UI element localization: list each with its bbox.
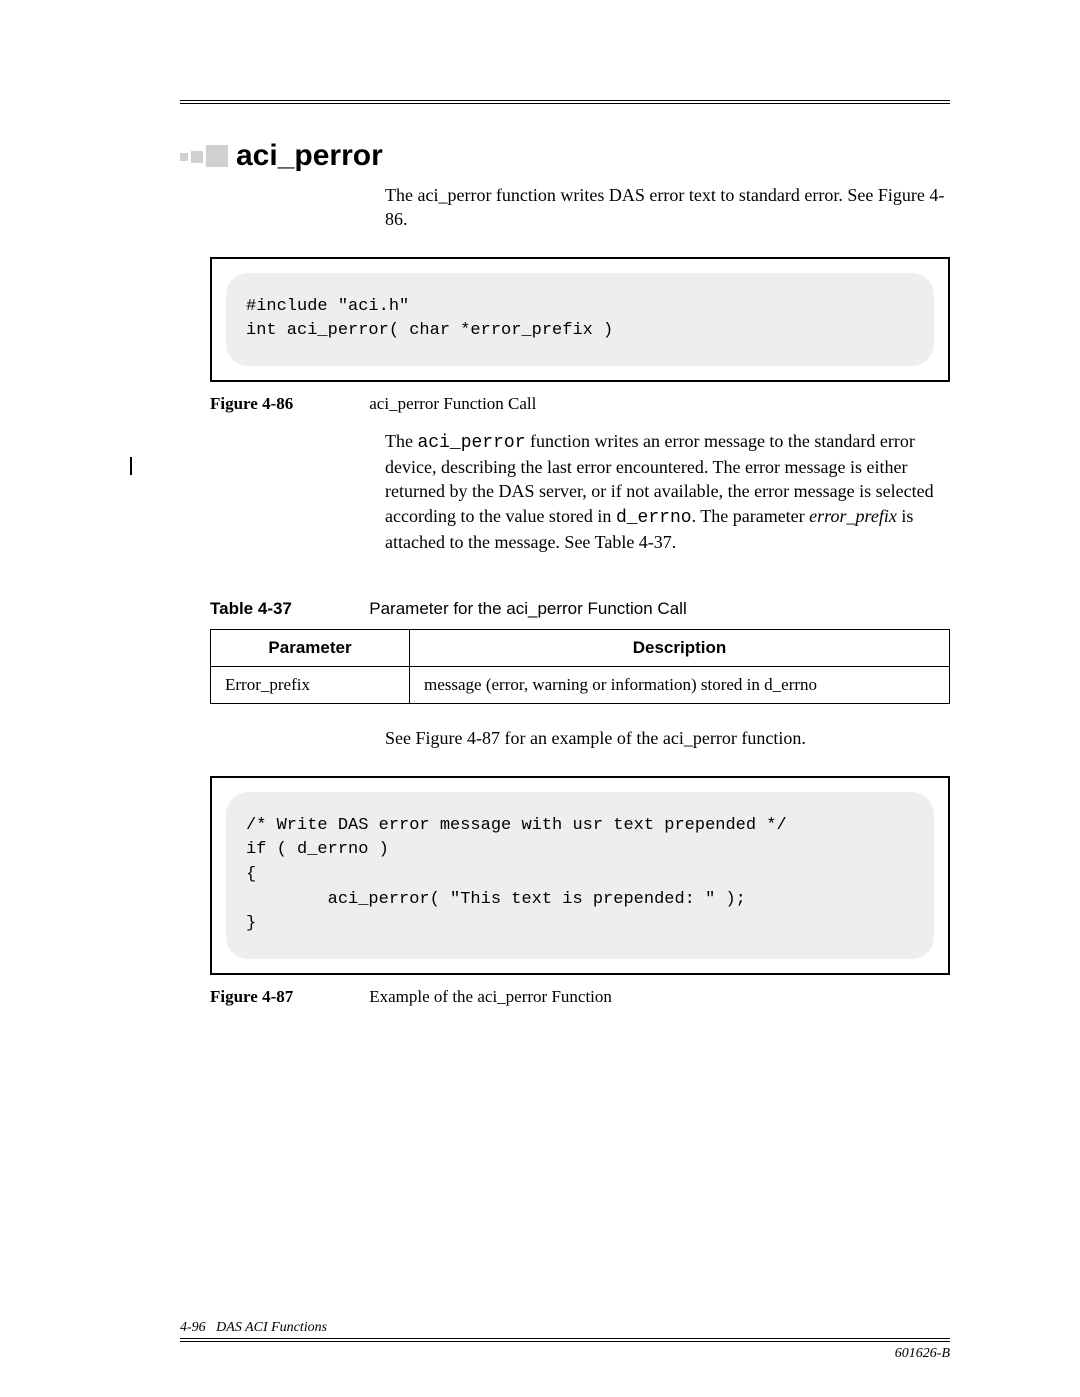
inline-code-aci-perror: aci_perror xyxy=(417,433,525,453)
figure-87-text: Example of the aci_perror Function xyxy=(369,987,612,1006)
section-icon xyxy=(180,145,228,168)
inline-code-d-errno: d_errno xyxy=(616,508,692,528)
top-rule xyxy=(180,100,950,104)
para-text: The xyxy=(385,431,417,451)
col-header-parameter: Parameter xyxy=(211,630,410,667)
table-37-text: Parameter for the aci_perror Function Ca… xyxy=(369,599,686,618)
figure-86-text: aci_perror Function Call xyxy=(369,394,536,413)
footer-section-title: DAS ACI Functions xyxy=(216,1320,327,1335)
figure-86-label: Figure 4-86 xyxy=(210,394,365,414)
change-bar-icon xyxy=(130,457,132,475)
para-text: . The parameter xyxy=(692,506,810,526)
inline-param-error-prefix: error_prefix xyxy=(809,506,897,526)
parameter-table: Parameter Description Error_prefix messa… xyxy=(210,629,950,704)
heading-row: aci_perror xyxy=(180,139,950,173)
code-block-2: /* Write DAS error message with usr text… xyxy=(226,792,934,959)
footer-doc-id: 601626-B xyxy=(895,1346,950,1362)
page: aci_perror The aci_perror function write… xyxy=(0,0,1080,1397)
code-frame-2: /* Write DAS error message with usr text… xyxy=(210,776,950,975)
figure-87-caption: Figure 4-87 Example of the aci_perror Fu… xyxy=(210,987,950,1007)
description-paragraph: The aci_perror function writes an error … xyxy=(385,429,950,554)
cell-description: message (error, warning or information) … xyxy=(410,667,950,704)
footer-left: 4-96 DAS ACI Functions xyxy=(180,1320,335,1336)
page-footer: 4-96 DAS ACI Functions 601626-B xyxy=(150,1338,950,1342)
figure-86-caption: Figure 4-86 aci_perror Function Call xyxy=(210,394,950,414)
code-frame-1: #include "aci.h" int aci_perror( char *e… xyxy=(210,257,950,382)
footer-rule: 4-96 DAS ACI Functions 601626-B xyxy=(180,1338,950,1342)
table-header-row: Parameter Description xyxy=(211,630,950,667)
table-row: Error_prefix message (error, warning or … xyxy=(211,667,950,704)
figure-87-label: Figure 4-87 xyxy=(210,987,365,1007)
table-37-caption: Table 4-37 Parameter for the aci_perror … xyxy=(210,599,950,619)
see-figure-paragraph: See Figure 4-87 for an example of the ac… xyxy=(385,726,950,750)
footer-page-number: 4-96 xyxy=(180,1320,206,1335)
col-header-description: Description xyxy=(410,630,950,667)
code-block-1: #include "aci.h" int aci_perror( char *e… xyxy=(226,273,934,366)
intro-paragraph: The aci_perror function writes DAS error… xyxy=(385,183,950,232)
table-37-label: Table 4-37 xyxy=(210,599,365,619)
section-heading: aci_perror xyxy=(236,139,383,173)
cell-parameter: Error_prefix xyxy=(211,667,410,704)
